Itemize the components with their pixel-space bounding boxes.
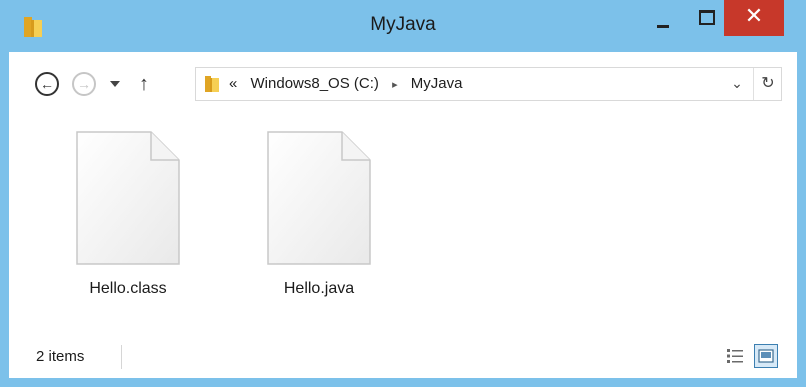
file-list[interactable]: Hello.class Hello.java: [9, 118, 797, 336]
file-name: Hello.java: [283, 280, 355, 297]
close-icon: ✕: [744, 3, 764, 28]
status-divider: [121, 345, 122, 369]
breadcrumb-item-drive[interactable]: Windows8_OS (C:): [251, 75, 379, 92]
breadcrumb-separator-icon[interactable]: ▸: [392, 79, 398, 91]
item-count: 2 items: [36, 348, 85, 365]
recent-locations-dropdown-icon[interactable]: [108, 76, 122, 92]
up-button[interactable]: ↑: [134, 72, 154, 96]
address-divider: [753, 68, 754, 100]
refresh-icon[interactable]: ↻: [759, 73, 777, 93]
minimize-button[interactable]: [644, 0, 680, 36]
maximize-icon: [699, 10, 715, 25]
file-item[interactable]: Hello.java: [249, 130, 389, 320]
forward-arrow-icon: →: [72, 72, 96, 96]
breadcrumb: « Windows8_OS (C:) ▸ MyJava: [229, 75, 471, 92]
back-button[interactable]: ←: [35, 72, 59, 96]
explorer-window: MyJava ✕ ← → ↑ « Windows8_OS (C:) ▸ MyJa…: [0, 0, 806, 387]
large-icons-view-icon: [758, 349, 774, 363]
folder-icon: [205, 76, 219, 92]
blank-file-icon: [267, 131, 371, 265]
file-name: Hello.class: [89, 280, 167, 297]
details-view-icon[interactable]: [724, 345, 746, 367]
breadcrumb-item-myjava[interactable]: MyJava: [411, 75, 463, 92]
back-arrow-icon: ←: [35, 72, 59, 96]
large-icons-view-button[interactable]: [754, 344, 778, 368]
file-item[interactable]: Hello.class: [58, 130, 198, 320]
address-bar[interactable]: « Windows8_OS (C:) ▸ MyJava ⌄ ↻: [195, 67, 782, 101]
forward-button[interactable]: →: [72, 72, 96, 96]
minimize-icon: [657, 25, 669, 28]
maximize-button[interactable]: [687, 0, 723, 36]
up-arrow-icon: ↑: [139, 73, 149, 95]
address-dropdown-icon[interactable]: ⌄: [729, 75, 745, 93]
breadcrumb-overflow[interactable]: «: [229, 75, 237, 92]
blank-file-icon: [76, 131, 180, 265]
status-bar: 2 items: [9, 336, 797, 378]
title-bar[interactable]: MyJava ✕: [0, 0, 806, 52]
close-button[interactable]: ✕: [724, 0, 784, 36]
navigation-bar: ← → ↑ « Windows8_OS (C:) ▸ MyJava ⌄ ↻: [9, 52, 797, 118]
window-title: MyJava: [370, 14, 436, 35]
